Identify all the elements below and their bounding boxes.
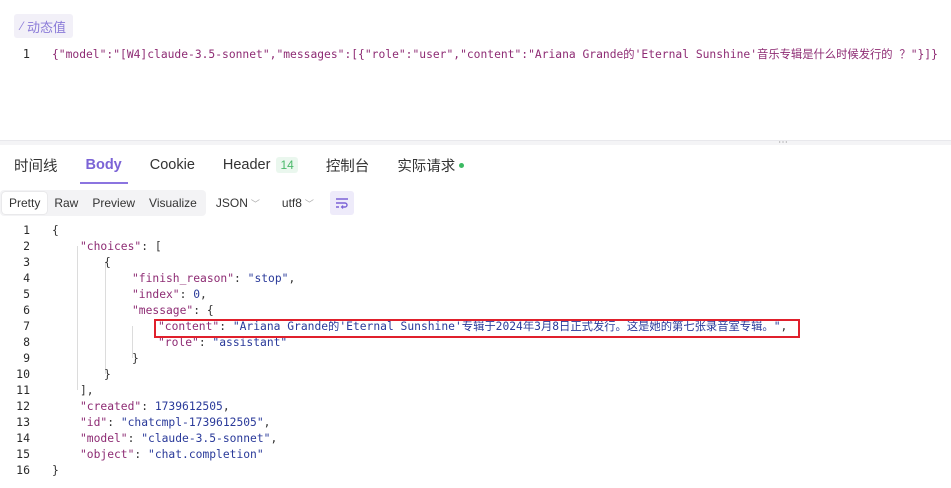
code-line: 13 "id": "chatcmpl-1739612505",	[0, 414, 951, 430]
tab-label: 控制台	[325, 158, 370, 175]
json-key: "index"	[132, 287, 180, 301]
code-text: "created": 1739612505,	[80, 399, 230, 413]
code-text: {	[104, 255, 111, 269]
code-line: 9}	[0, 350, 951, 366]
encoding-value: utf8	[281, 196, 302, 210]
code-text: "index": 0,	[132, 287, 207, 301]
json-key: "object"	[80, 447, 135, 461]
line-number: 10	[16, 367, 30, 381]
response-toolbar: Pretty Raw Preview Visualize JSON ﹀ utf8…	[0, 190, 354, 216]
chevron-down-icon: ﹀	[304, 198, 314, 209]
tab-body[interactable]: Body	[72, 146, 136, 184]
json-key: "created"	[80, 399, 142, 413]
code-line: 12 "created": 1739612505,	[0, 398, 951, 414]
dynamic-value-label: 动态值	[27, 19, 67, 35]
code-text: }	[104, 367, 111, 381]
line-number: 1	[23, 223, 30, 237]
code-text: }	[52, 463, 59, 477]
code-line: 5 "index": 0,	[0, 286, 951, 302]
code-text: {	[52, 223, 59, 237]
code-line: 4 "finish_reason": "stop",	[0, 270, 951, 286]
json-key: "id"	[80, 415, 108, 429]
tab-timeline[interactable]: 时间线	[0, 146, 72, 184]
code-line: 3{	[0, 254, 951, 270]
response-editor[interactable]: 1{2 "choices": [3{4 "finish_reason": "stop…	[0, 222, 951, 488]
json-value: 0	[193, 287, 201, 301]
status-dot-icon	[459, 162, 465, 168]
json-key: "finish_reason"	[132, 271, 235, 285]
code-text: "object": "chat.completion"	[80, 447, 264, 461]
json-key: "model"	[80, 431, 128, 445]
line-number: 8	[23, 335, 30, 349]
view-preview-button[interactable]: Preview	[85, 192, 142, 214]
content-highlight-box	[154, 319, 800, 338]
view-visualize-button[interactable]: Visualize	[142, 192, 204, 214]
line-number: 5	[23, 287, 30, 301]
code-text: "id": "chatcmpl-1739612505",	[80, 415, 271, 429]
code-line: 11],	[0, 382, 951, 398]
line-number: 12	[16, 399, 30, 413]
response-tabs: 时间线 Body Cookie Header 14 控制台 实际请求	[0, 146, 951, 184]
view-pretty-button[interactable]: Pretty	[2, 192, 48, 214]
request-panel: ⁄ 动态值 1 {"model":"[W4]claude-3.5-sonnet"…	[0, 0, 951, 140]
request-body-line[interactable]: 1 {"model":"[W4]claude-3.5-sonnet","mess…	[0, 44, 951, 64]
line-number: 6	[23, 303, 30, 317]
line-number: 13	[16, 415, 30, 429]
line-number: 15	[16, 447, 30, 461]
code-line: 1{	[0, 222, 951, 238]
json-value: "chatcmpl-1739612505"	[120, 415, 264, 429]
line-number: 14	[16, 431, 30, 445]
line-number: 16	[16, 463, 30, 477]
panel-splitter[interactable]	[0, 140, 951, 145]
encoding-dropdown[interactable]: utf8 ﹀	[282, 196, 314, 210]
line-number: 3	[23, 255, 30, 269]
format-value: JSON	[215, 196, 248, 210]
view-mode-switch: Pretty Raw Preview Visualize	[0, 190, 206, 216]
tab-header[interactable]: Header 14	[209, 146, 312, 184]
json-key: "message"	[132, 303, 194, 317]
code-line: 6 "message": {	[0, 302, 951, 318]
code-text: "model": "claude-3.5-sonnet",	[80, 431, 278, 445]
word-wrap-button[interactable]	[329, 191, 354, 215]
json-key: "choices"	[80, 239, 142, 253]
code-text: "choices": [	[80, 239, 162, 253]
tab-label: Cookie	[149, 157, 195, 173]
line-number: 1	[22, 47, 30, 61]
tab-console[interactable]: 控制台	[312, 146, 384, 184]
format-dropdown[interactable]: JSON ﹀	[216, 196, 260, 210]
magic-wand-icon: ⁄	[21, 19, 24, 33]
header-count-badge: 14	[276, 157, 298, 173]
json-value: 1739612505	[154, 399, 223, 413]
chevron-down-icon: ﹀	[250, 198, 260, 209]
line-number: 4	[23, 271, 30, 285]
json-value: "stop"	[247, 271, 289, 285]
code-text: }	[132, 351, 139, 365]
tab-label: Body	[85, 157, 122, 173]
tab-label: 时间线	[14, 158, 58, 175]
tab-cookie[interactable]: Cookie	[136, 146, 209, 184]
line-number: 7	[23, 319, 30, 333]
line-number: 9	[23, 351, 30, 365]
code-line: 2 "choices": [	[0, 238, 951, 254]
code-text: ],	[80, 383, 94, 397]
request-body-text[interactable]: {"model":"[W4]claude-3.5-sonnet","messag…	[52, 46, 938, 62]
dynamic-value-button[interactable]: ⁄ 动态值	[14, 14, 74, 38]
wrap-lines-icon	[335, 198, 348, 209]
tab-label: Header	[222, 157, 271, 173]
code-line: 10}	[0, 366, 951, 382]
code-line: 16}	[0, 462, 951, 478]
view-raw-button[interactable]: Raw	[47, 192, 85, 214]
line-number: 2	[23, 239, 30, 253]
code-line: 14 "model": "claude-3.5-sonnet",	[0, 430, 951, 446]
json-value: "claude-3.5-sonnet"	[141, 431, 271, 445]
code-line: 15 "object": "chat.completion"	[0, 446, 951, 462]
code-text: "finish_reason": "stop",	[132, 271, 296, 285]
tab-label: 实际请求	[397, 158, 456, 175]
tab-actual-request[interactable]: 实际请求	[383, 146, 478, 184]
code-text: "message": {	[132, 303, 214, 317]
line-number: 11	[16, 383, 30, 397]
json-value: "chat.completion"	[148, 447, 264, 461]
